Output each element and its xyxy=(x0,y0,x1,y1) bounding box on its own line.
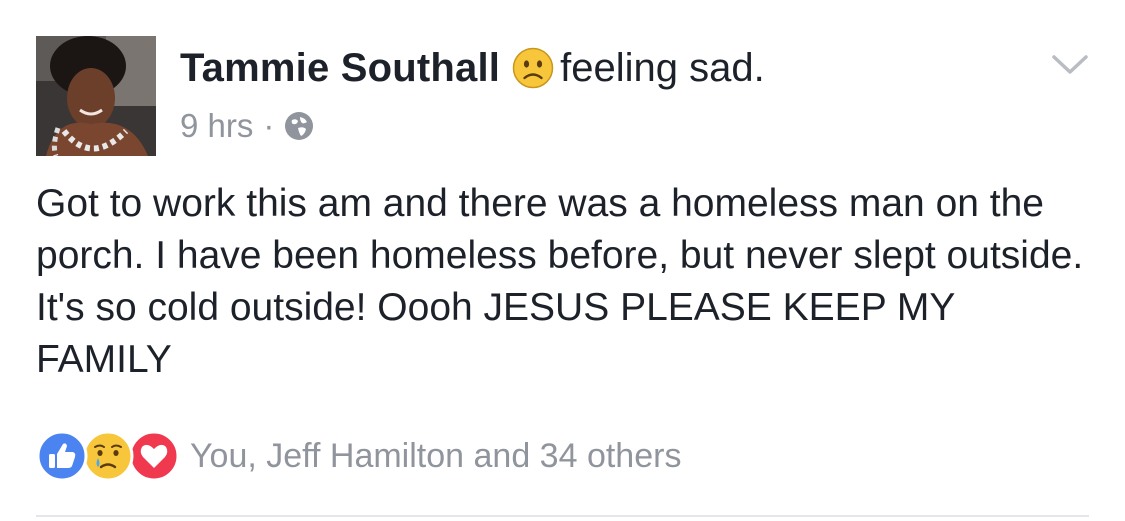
post-header: Tammie Southall feeling sad. xyxy=(180,40,765,96)
like-icon[interactable] xyxy=(36,430,88,482)
facebook-post: Tammie Southall feeling sad. 9 hrs · Got… xyxy=(0,0,1125,521)
chevron-down-icon[interactable] xyxy=(1050,52,1090,78)
sad-icon[interactable] xyxy=(82,430,134,482)
reactions-bar[interactable]: You, Jeff Hamilton and 34 others xyxy=(36,428,681,484)
feeling-text: feeling sad. xyxy=(560,45,765,90)
avatar[interactable] xyxy=(36,36,156,156)
meta-separator: · xyxy=(263,107,275,144)
reactions-summary[interactable]: You, Jeff Hamilton and 34 others xyxy=(190,437,681,476)
love-icon[interactable] xyxy=(128,430,180,482)
post-meta: 9 hrs · xyxy=(180,104,314,148)
reaction-icons[interactable] xyxy=(36,430,186,482)
globe-icon[interactable] xyxy=(284,111,314,141)
divider xyxy=(36,515,1089,517)
sad-face-icon xyxy=(512,47,554,89)
author-name[interactable]: Tammie Southall xyxy=(180,46,500,91)
timestamp[interactable]: 9 hrs xyxy=(180,107,253,145)
post-body-text: Got to work this am and there was a home… xyxy=(36,182,1084,381)
